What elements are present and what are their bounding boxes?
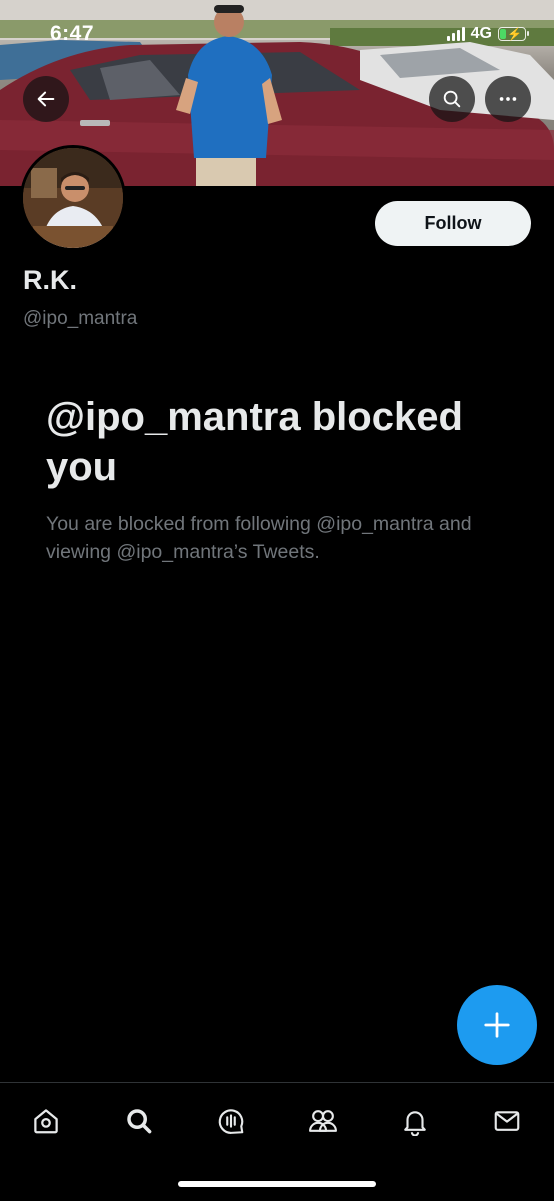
compose-tweet-button[interactable] xyxy=(457,985,537,1065)
blocked-description: You are blocked from following @ipo_mant… xyxy=(46,513,472,563)
follow-button[interactable]: Follow xyxy=(375,201,531,246)
plus-icon xyxy=(484,1012,510,1038)
back-arrow-icon xyxy=(37,91,55,107)
blocked-title: @ipo_mantra blocked you xyxy=(46,395,463,489)
more-icon xyxy=(499,97,517,101)
messages-icon xyxy=(494,1111,520,1131)
status-time: 6:47 xyxy=(50,22,95,45)
network-type: 4G xyxy=(470,25,492,42)
nav-home[interactable] xyxy=(26,1101,66,1141)
signal-icon xyxy=(446,27,465,41)
home-icon xyxy=(34,1109,58,1134)
avatar[interactable] xyxy=(20,145,126,251)
status-indicators: 4G ⚡ xyxy=(446,25,529,43)
nav-notifications[interactable] xyxy=(395,1101,435,1141)
profile-handle: @ipo_mantra xyxy=(23,308,138,329)
spaces-icon xyxy=(218,1109,244,1134)
search-icon xyxy=(127,1109,152,1134)
notifications-icon xyxy=(404,1111,426,1136)
status-bar: 6:47 4G ⚡ xyxy=(0,0,554,64)
avatar-photo xyxy=(23,148,123,248)
nav-messages[interactable] xyxy=(487,1101,527,1141)
back-button[interactable] xyxy=(23,76,69,122)
more-button[interactable] xyxy=(485,76,531,122)
nav-search[interactable] xyxy=(119,1101,159,1141)
battery-icon: ⚡ xyxy=(498,27,529,41)
nav-spaces[interactable] xyxy=(211,1101,251,1141)
communities-icon xyxy=(309,1110,337,1132)
home-indicator[interactable] xyxy=(178,1181,376,1187)
nav-communities[interactable] xyxy=(303,1101,343,1141)
search-button[interactable] xyxy=(429,76,475,122)
search-icon xyxy=(443,90,461,108)
profile-name: R.K. xyxy=(23,265,77,295)
